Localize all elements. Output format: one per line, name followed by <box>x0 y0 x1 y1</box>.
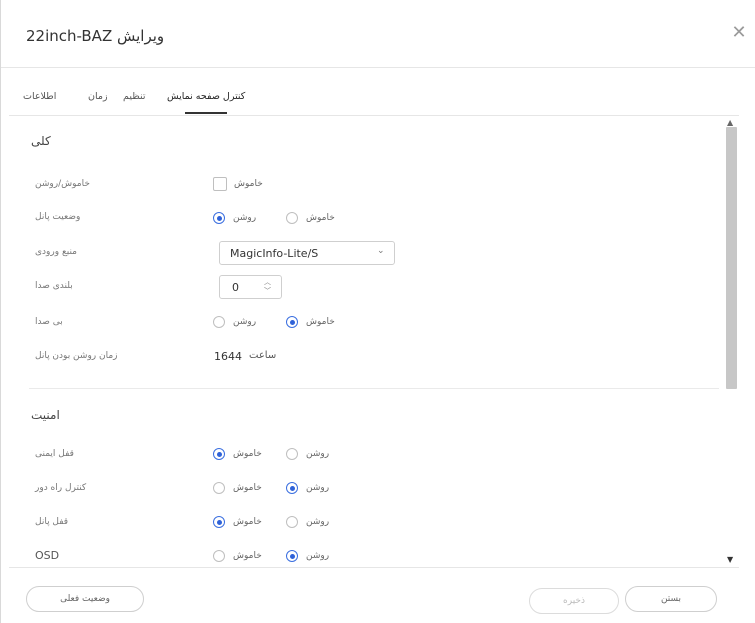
volume-value: 0 <box>232 281 239 294</box>
osd-on-label: روشن <box>306 551 330 561</box>
mute-off-radio[interactable] <box>286 316 298 328</box>
tab-settings[interactable]: تنظیم <box>123 91 146 102</box>
scrollbar-thumb[interactable] <box>726 127 737 389</box>
panel-on-time-label: زمان روشن بودن پانل <box>35 351 118 361</box>
panel-on-time-value: 1644 <box>214 350 242 363</box>
mute-on-radio[interactable] <box>213 316 225 328</box>
close-icon[interactable]: ✕ <box>730 24 748 42</box>
safety-lock-off-label: خاموش <box>233 449 262 459</box>
mute-label: بی صدا <box>35 317 63 327</box>
remote-control-off-label: خاموش <box>233 483 262 493</box>
osd-off-radio[interactable] <box>213 550 225 562</box>
dialog-title: ویرایش 22inch-BAZ <box>26 27 165 45</box>
input-source-label: منبع ورودی <box>35 247 77 257</box>
panel-status-off-label: خاموش <box>306 213 335 223</box>
section-title-general: کلی <box>31 134 51 148</box>
dialog-header: ویرایش 22inch-BAZ ✕ <box>1 0 755 68</box>
tab-info[interactable]: اطلاعات <box>23 91 56 102</box>
panel-status-on-label: روشن <box>233 213 257 223</box>
vertical-scrollbar[interactable]: ▲ ▼ <box>724 115 738 568</box>
safety-lock-off-radio[interactable] <box>213 448 225 460</box>
scroll-down-icon[interactable]: ▼ <box>727 555 733 564</box>
input-source-value: MagicInfo-Lite/S <box>230 247 319 260</box>
power-checkbox[interactable] <box>213 177 227 191</box>
panel-lock-label: قفل پانل <box>35 517 69 527</box>
osd-off-label: خاموش <box>233 551 262 561</box>
panel-lock-on-label: روشن <box>306 517 330 527</box>
power-label: خاموش/روشن <box>35 179 90 189</box>
tab-display-control[interactable]: کنترل صفحه نمایش <box>167 91 245 114</box>
edit-dialog: ویرایش 22inch-BAZ ✕ اطلاعات زمان تنظیم ک… <box>0 0 755 623</box>
stepper-down-icon[interactable]: ﹀ <box>264 288 271 295</box>
remote-control-on-label: روشن <box>306 483 330 493</box>
safety-lock-on-label: روشن <box>306 449 330 459</box>
mute-off-label: خاموش <box>306 317 335 327</box>
current-status-button[interactable]: وضعیت فعلی <box>26 586 144 612</box>
section-title-security: امنیت <box>31 408 60 422</box>
power-checkbox-label: خاموش <box>234 179 263 189</box>
close-button[interactable]: بستن <box>625 586 717 612</box>
panel-status-off-radio[interactable] <box>286 212 298 224</box>
safety-lock-label: قفل ایمنی <box>35 449 74 459</box>
osd-label: OSD <box>35 549 60 562</box>
panel-lock-on-radio[interactable] <box>286 516 298 528</box>
panel-lock-off-radio[interactable] <box>213 516 225 528</box>
remote-control-label: کنترل راه دور <box>35 483 87 493</box>
settings-scroll-area: کلی خاموش/روشن خاموش وضعیت پانل روشن خام… <box>9 115 739 568</box>
mute-on-label: روشن <box>233 317 257 327</box>
volume-stepper[interactable]: 0 ︿ ﹀ <box>219 275 282 299</box>
volume-label: بلندی صدا <box>35 281 73 291</box>
tab-time[interactable]: زمان <box>88 91 108 102</box>
input-source-select[interactable]: MagicInfo-Lite/S ⌄ <box>219 241 395 265</box>
osd-on-radio[interactable] <box>286 550 298 562</box>
chevron-down-icon: ⌄ <box>377 246 385 256</box>
panel-status-label: وضعیت پانل <box>35 212 81 222</box>
safety-lock-on-radio[interactable] <box>286 448 298 460</box>
scroll-up-icon[interactable]: ▲ <box>727 118 733 127</box>
remote-control-off-radio[interactable] <box>213 482 225 494</box>
panel-on-time-unit: ساعت <box>249 350 277 361</box>
remote-control-on-radio[interactable] <box>286 482 298 494</box>
save-button[interactable]: ذخیره <box>529 588 619 614</box>
section-divider <box>29 388 719 389</box>
stepper-up-icon[interactable]: ︿ <box>264 279 271 286</box>
panel-lock-off-label: خاموش <box>233 517 262 527</box>
panel-status-on-radio[interactable] <box>213 212 225 224</box>
